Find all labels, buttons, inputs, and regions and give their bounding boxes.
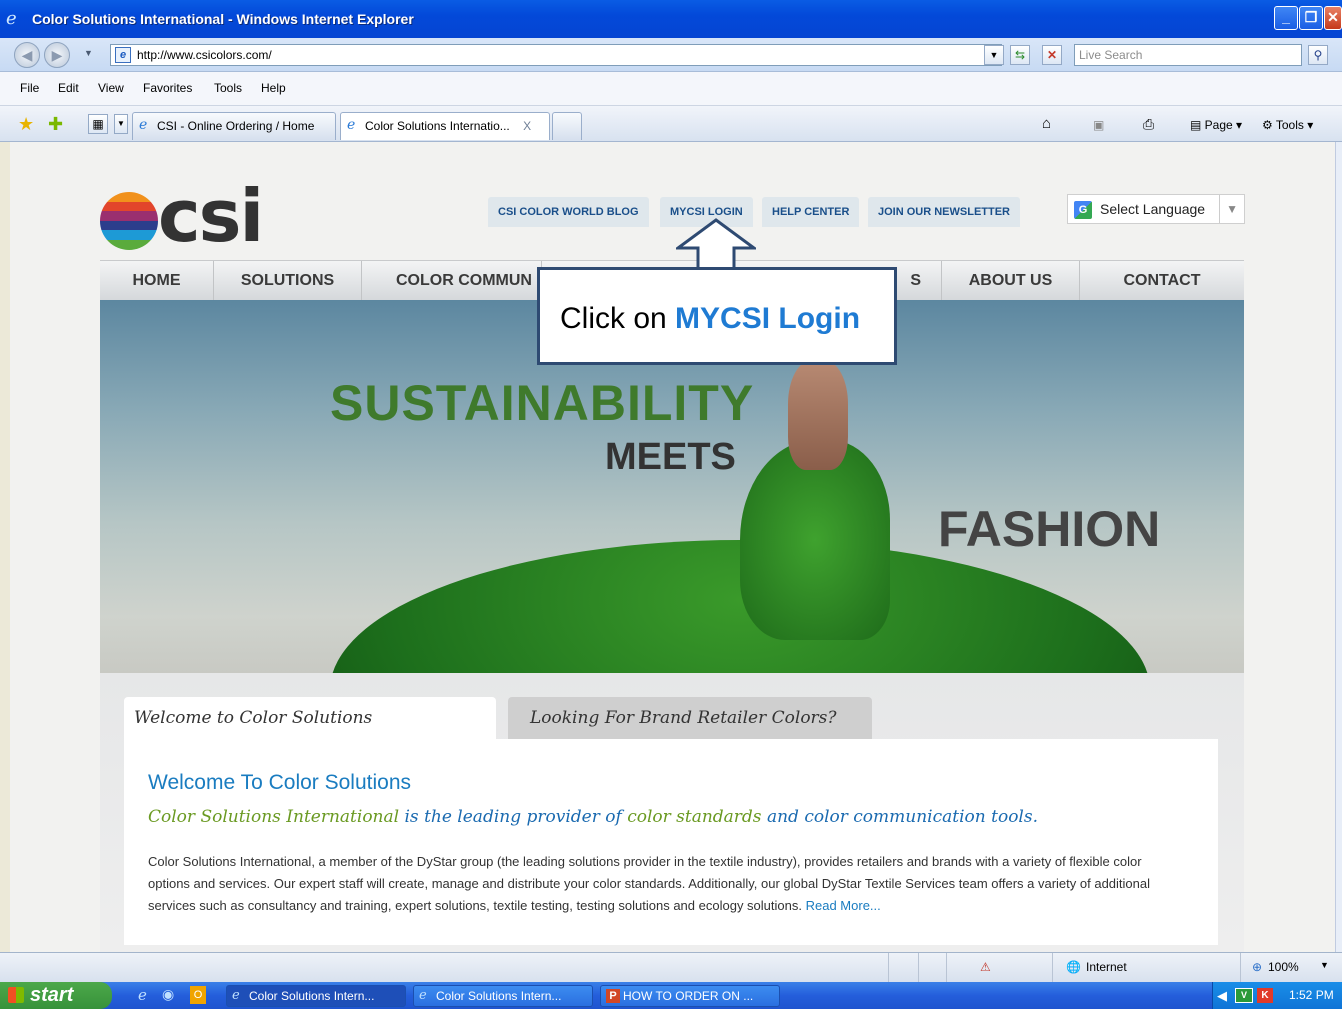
restore-button[interactable]: ❐ <box>1299 6 1323 30</box>
tray-k-icon[interactable]: K <box>1257 988 1273 1003</box>
home-icon[interactable]: ⌂ <box>1042 115 1051 132</box>
welcome-subheading: Color Solutions International is the lea… <box>148 807 1038 827</box>
taskbar-button-ie-2[interactable]: e Color Solutions Intern... <box>413 985 593 1007</box>
close-button[interactable]: ✕ <box>1324 6 1342 30</box>
nav-home[interactable]: HOME <box>100 261 214 301</box>
address-bar: ◀ ▶ ▼ e http://www.csicolors.com/ ▼ ⇆ ✕ … <box>0 38 1342 72</box>
logo-stripes <box>100 192 158 250</box>
menu-view[interactable]: View <box>98 81 124 95</box>
url-dropdown-button[interactable]: ▼ <box>984 45 1004 65</box>
vertical-scrollbar[interactable] <box>1335 142 1342 952</box>
zone-label: Internet <box>1086 960 1127 974</box>
title-bar: e Color Solutions International - Window… <box>0 0 1342 38</box>
menu-bar: File Edit View Favorites Tools Help <box>0 72 1342 106</box>
powerpoint-icon: P <box>606 989 620 1003</box>
status-bar: ⚠ 🌐 Internet ⊕ 100% ▼ <box>0 952 1342 983</box>
print-icon[interactable]: ⎙ <box>1143 116 1154 133</box>
color-world-blog-link[interactable]: CSI COLOR WORLD BLOG <box>488 197 649 227</box>
quick-tabs-icon[interactable]: ▦ <box>88 114 108 134</box>
ie-page-icon: e <box>347 117 356 133</box>
url-field[interactable]: e http://www.csicolors.com/ <box>110 44 1002 66</box>
web-page: csi CSI COLOR WORLD BLOG MYCSI LOGIN HEL… <box>10 142 1335 952</box>
newsletter-link[interactable]: JOIN OUR NEWSLETTER <box>868 197 1021 227</box>
tab-color-solutions[interactable]: e Color Solutions Internatio... X <box>340 112 550 140</box>
menu-edit[interactable]: Edit <box>58 81 79 95</box>
taskbar: start e ◉ O e Color Solutions Intern... … <box>0 982 1342 1009</box>
menu-file[interactable]: File <box>20 81 39 95</box>
ie-quicklaunch-icon[interactable]: e <box>138 986 147 1004</box>
favorites-star-icon[interactable]: ★ <box>18 114 34 135</box>
callout-arrow <box>676 218 756 270</box>
feeds-icon[interactable]: ▣ <box>1093 118 1104 132</box>
tools-menu[interactable]: ⚙ Tools ▾ <box>1262 118 1313 132</box>
zoom-icon[interactable]: ⊕ <box>1252 960 1262 974</box>
internet-zone-icon: 🌐 <box>1066 960 1081 974</box>
model-image <box>788 360 848 470</box>
taskbar-button-ie-1[interactable]: e Color Solutions Intern... <box>226 985 406 1007</box>
tab-bar: ★ ✚ ▦ ▼ e CSI - Online Ordering / Home e… <box>0 106 1342 142</box>
page-menu[interactable]: ▤ Page ▾ <box>1190 118 1242 132</box>
add-favorites-icon[interactable]: ✚ <box>48 114 63 135</box>
csi-logo[interactable]: csi <box>100 162 300 256</box>
back-button[interactable]: ◀ <box>14 42 40 68</box>
protected-mode-icon: ⚠ <box>980 960 991 974</box>
tab-csi-online-ordering[interactable]: e CSI - Online Ordering / Home <box>132 112 336 140</box>
windows-flag-icon <box>8 987 24 1003</box>
google-translate-icon: G <box>1074 201 1092 219</box>
nav-about-us[interactable]: ABOUT US <box>942 261 1080 301</box>
history-dropdown-icon[interactable]: ▼ <box>84 48 93 58</box>
tray-app-icon[interactable]: V <box>1235 988 1253 1003</box>
page-icon: e <box>115 47 131 63</box>
zoom-level[interactable]: 100% <box>1268 960 1299 974</box>
read-more-link[interactable]: Read More... <box>806 898 881 913</box>
minimize-button[interactable]: _ <box>1274 6 1298 30</box>
search-icon[interactable]: ⚲ <box>1308 45 1328 65</box>
refresh-icon[interactable]: ⇆ <box>1010 45 1030 65</box>
tray-expand-icon[interactable]: ◀ <box>1217 982 1227 1009</box>
stop-icon[interactable]: ✕ <box>1042 45 1062 65</box>
clock[interactable]: 1:52 PM <box>1289 982 1334 1009</box>
outlook-quicklaunch-icon[interactable]: O <box>190 986 206 1004</box>
zoom-dropdown-icon[interactable]: ▼ <box>1320 960 1329 970</box>
callout-text: Click on MYCSI Login <box>560 302 861 335</box>
tab-brand-retailer[interactable]: Looking For Brand Retailer Colors? <box>508 697 872 739</box>
ie-icon: e <box>232 988 240 1003</box>
ie-page-icon: e <box>139 117 148 133</box>
start-button[interactable]: start <box>0 982 112 1009</box>
welcome-panel: Welcome To Color Solutions Color Solutio… <box>124 739 1218 945</box>
welcome-paragraph: Color Solutions International, a member … <box>148 854 1150 913</box>
ie-icon: e <box>6 8 17 29</box>
help-center-link[interactable]: HELP CENTER <box>762 197 860 227</box>
hero-meets: MEETS <box>605 436 736 478</box>
welcome-heading: Welcome To Color Solutions <box>148 771 412 794</box>
system-tray: ◀ V K 1:52 PM <box>1212 982 1342 1009</box>
callout-box: Click on MYCSI Login <box>537 267 897 365</box>
nav-contact[interactable]: CONTACT <box>1080 261 1244 301</box>
chevron-down-icon: ▼ <box>1219 195 1238 223</box>
menu-favorites[interactable]: Favorites <box>143 81 192 95</box>
tab-list-icon[interactable]: ▼ <box>114 114 128 134</box>
new-tab-button[interactable] <box>552 112 582 140</box>
ie-icon: e <box>419 988 427 1003</box>
logo-text: csi <box>158 174 264 258</box>
nav-color-communication[interactable]: COLOR COMMUN <box>362 261 542 301</box>
browser-quicklaunch-icon[interactable]: ◉ <box>162 986 174 1003</box>
tab-welcome[interactable]: Welcome to Color Solutions International <box>124 697 496 770</box>
hero-sustainability: SUSTAINABILITY <box>330 375 755 431</box>
taskbar-button-powerpoint[interactable]: P HOW TO ORDER ON ... <box>600 985 780 1007</box>
window-title: Color Solutions International - Windows … <box>32 11 414 27</box>
hero-fashion: FASHION <box>938 501 1161 557</box>
close-tab-icon[interactable]: X <box>523 119 531 133</box>
menu-help[interactable]: Help <box>261 81 286 95</box>
dress-bodice-image <box>740 440 890 640</box>
language-select[interactable]: G Select Language ▼ <box>1067 194 1245 224</box>
search-input[interactable]: Live Search <box>1074 44 1302 66</box>
forward-button[interactable]: ▶ <box>44 42 70 68</box>
nav-solutions[interactable]: SOLUTIONS <box>214 261 362 301</box>
menu-tools[interactable]: Tools <box>214 81 242 95</box>
